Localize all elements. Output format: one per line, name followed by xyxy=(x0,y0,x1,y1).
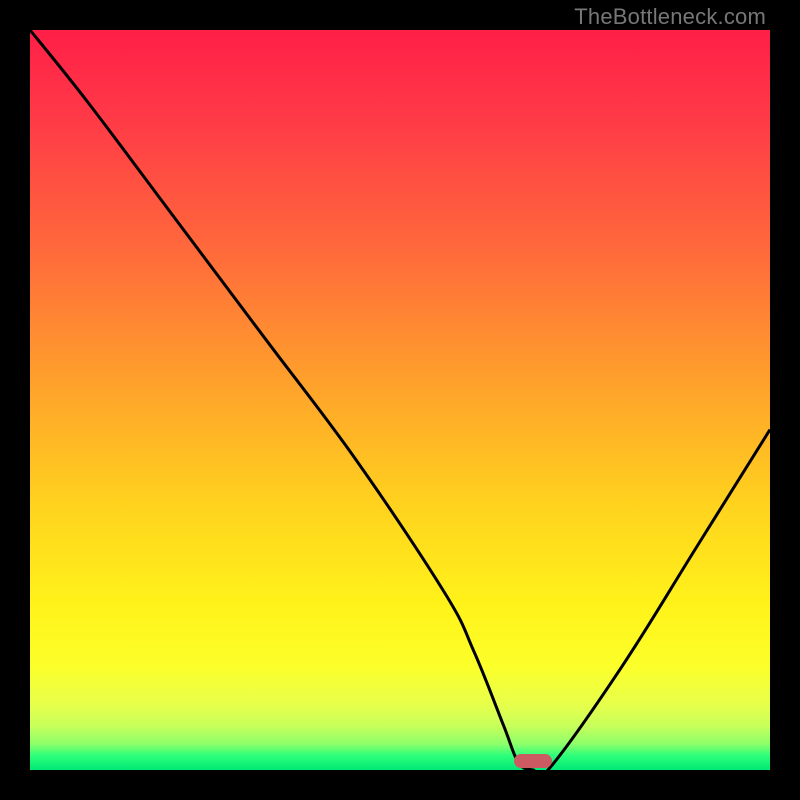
watermark-text: TheBottleneck.com xyxy=(574,4,766,30)
optimum-marker xyxy=(514,754,552,768)
chart-frame: TheBottleneck.com xyxy=(0,0,800,800)
plot-area xyxy=(30,30,770,770)
